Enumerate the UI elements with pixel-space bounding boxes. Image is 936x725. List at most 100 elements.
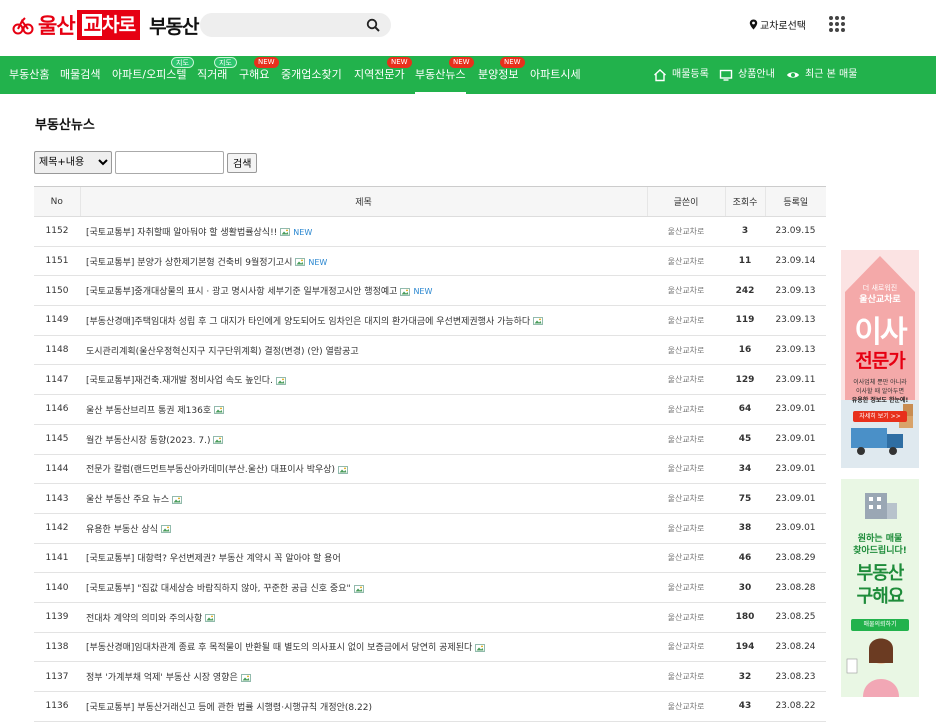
- product-info-link[interactable]: 상품안내: [719, 56, 775, 94]
- table-row[interactable]: 1143 울산 부동산 주요 뉴스 울산교차로 75 23.09.01: [34, 483, 826, 514]
- table-row[interactable]: 1142 유용한 부동산 상식 울산교차로 38 23.09.01: [34, 513, 826, 544]
- image-attached-icon: [475, 644, 486, 652]
- row-no: 1142: [34, 513, 80, 544]
- apps-grid-icon[interactable]: [829, 16, 845, 32]
- banner-desc2: 이사할 때 알아두면: [856, 388, 904, 395]
- new-badge: NEW: [500, 57, 525, 68]
- row-date: 23.09.01: [765, 513, 826, 544]
- news-title-link[interactable]: [국토교통부] 자취할때 알아둬야 할 생활법률상식!!: [86, 228, 277, 238]
- map-badge: 지도: [171, 57, 194, 68]
- search-filter: 제목+내용 검색: [34, 151, 258, 174]
- news-title-link[interactable]: [국토교통부] 분양가 상한제기본형 건축비 9월정기고시: [86, 258, 292, 268]
- nav-item-agency-search[interactable]: 중개업소찾기: [281, 56, 342, 94]
- row-date: 23.09.13: [765, 305, 826, 336]
- nav-item-home[interactable]: 부동산홈: [9, 56, 49, 94]
- register-listing-link[interactable]: 매물등록: [653, 56, 709, 94]
- logo-text-realestate: 부동산: [149, 15, 199, 38]
- row-title: 유용한 부동산 상식: [80, 513, 647, 544]
- table-row[interactable]: 1141 [국토교통부] 대항력? 우선변제권? 부동산 계약시 꼭 알아야 할 …: [34, 543, 826, 574]
- new-badge: NEW: [387, 57, 412, 68]
- row-title: 도시관리계획(울산우정혁신지구 지구단위계획) 결정(변경) (안) 열람공고: [80, 335, 647, 366]
- table-row[interactable]: 1139 전대차 계약의 의미와 주의사항 울산교차로 180 23.08.25: [34, 602, 826, 633]
- table-row[interactable]: 1138 [부동산경매]임대차관계 종료 후 목적물이 반환될 때 별도의 의사표…: [34, 632, 826, 663]
- table-row[interactable]: 1136 [국토교통부] 부동산거래신고 등에 관한 법률 시행령·시행규칙 개정…: [34, 691, 826, 722]
- nav-item-apt-price[interactable]: 아파트시세: [530, 56, 581, 94]
- news-title-link[interactable]: 유용한 부동산 상식: [86, 525, 158, 535]
- news-title-link[interactable]: 울산 부동산브리프 통권 제136호: [86, 406, 211, 416]
- new-tag: NEW: [308, 257, 328, 267]
- header-date: 등록일: [764, 186, 826, 217]
- table-row[interactable]: 1145 월간 부동산시장 동향(2023. 7.) 울산교차로 45 23.09.01: [34, 424, 826, 455]
- table-row[interactable]: 1148 도시관리계획(울산우정혁신지구 지구단위계획) 결정(변경) (안) 열…: [34, 335, 826, 366]
- row-views: 242: [725, 275, 765, 307]
- banner-more-button[interactable]: 자세히 보기 >>: [853, 411, 907, 422]
- row-date: 23.09.11: [765, 364, 826, 396]
- search-input[interactable]: [210, 15, 360, 35]
- new-tag: NEW: [293, 227, 313, 237]
- news-title-link[interactable]: 도시관리계획(울산우정혁신지구 지구단위계획) 결정(변경) (안) 열람공고: [86, 347, 359, 357]
- image-attached-icon: [214, 406, 225, 415]
- table-row[interactable]: 1140 [국토교통부] "집값 대세상승 바람직하지 않아, 꾸준한 공급 신호…: [34, 572, 826, 603]
- news-title-link[interactable]: 전문가 칼럼(랜드먼트부동산아카데미(부산.울산) 대표이사 박우상): [86, 465, 335, 475]
- main-nav: 부동산홈 매물검색 아파트/오피스텔 지도 직거래 지도 구해요 NEW 중개업…: [0, 56, 936, 94]
- table-row[interactable]: 1149 [부동산경매]주택임대차 성립 후 그 대지가 타인에게 양도되어도 임…: [34, 305, 826, 336]
- table-row[interactable]: 1137 정부 '가계부채 억제' 부동산 시장 영향은 울산교차로 32 23.08.…: [34, 661, 826, 692]
- news-title-link[interactable]: [국토교통부]중개대상물의 표시 · 광고 명시사항 세부기준 일부개정고시안 …: [86, 287, 397, 297]
- row-author: 울산교차로: [647, 394, 725, 425]
- row-views: 119: [725, 305, 765, 336]
- product-info-label: 상품안내: [738, 69, 775, 80]
- wanted-listing-banner[interactable]: 원하는 매물 찾아드립니다! 부동산 구해요 매물의뢰하기: [841, 479, 919, 697]
- row-date: 23.09.14: [765, 246, 826, 277]
- search-button[interactable]: 검색: [227, 152, 258, 173]
- news-title-link[interactable]: 월간 부동산시장 동향(2023. 7.): [86, 436, 210, 446]
- search-field-select[interactable]: 제목+내용: [34, 151, 112, 174]
- news-title-link[interactable]: [국토교통부] "집값 대세상승 바람직하지 않아, 꾸준한 공급 신호 중요": [86, 584, 351, 594]
- logo-box-char1: 교: [81, 14, 103, 36]
- banner-desc2: 찾아드립니다!: [853, 546, 907, 556]
- new-badge: NEW: [254, 57, 279, 68]
- new-tag: NEW: [413, 287, 433, 297]
- banner-request-button[interactable]: 매물의뢰하기: [851, 619, 909, 631]
- moving-expert-banner[interactable]: 더 새로워진 울산교차로 이사 전문가 이사업체 뿐만 아니라 이사할 때 알아…: [841, 250, 919, 468]
- row-no: 1145: [34, 424, 80, 455]
- banner-big2: 전문가: [855, 350, 905, 372]
- table-row[interactable]: 1146 울산 부동산브리프 통권 제136호 울산교차로 64 23.09.01: [34, 394, 826, 425]
- location-select[interactable]: 교차로선택: [749, 17, 806, 32]
- table-row[interactable]: 1144 전문가 칼럼(랜드먼트부동산아카데미(부산.울산) 대표이사 박우상) 울…: [34, 454, 826, 485]
- news-title-link[interactable]: 정부 '가계부채 억제' 부동산 시장 영향은: [86, 673, 238, 683]
- table-row[interactable]: 1147 [국토교통부]재건축.재개발 정비사업 속도 높인다. 울산교차로 129 2…: [34, 364, 826, 396]
- nav-label: 분양정보: [478, 68, 519, 81]
- row-views: 75: [725, 483, 765, 514]
- image-attached-icon: [353, 584, 364, 593]
- row-views: 194: [725, 632, 765, 663]
- map-pin-icon: [749, 19, 758, 30]
- row-title: [국토교통부] 부동산거래신고 등에 관한 법률 시행령·시행규칙 개정안(8.…: [80, 691, 647, 722]
- table-row[interactable]: 1151 [국토교통부] 분양가 상한제기본형 건축비 9월정기고시 NEW 울산교차…: [34, 246, 826, 277]
- register-listing-label: 매물등록: [672, 69, 709, 80]
- row-views: 38: [725, 513, 765, 544]
- news-title-link[interactable]: 전대차 계약의 의미와 주의사항: [86, 614, 202, 624]
- new-badge: NEW: [449, 57, 474, 68]
- news-title-link[interactable]: 울산 부동산 주요 뉴스: [86, 495, 169, 505]
- row-no: 1143: [34, 483, 80, 514]
- row-author: 울산교차로: [647, 572, 725, 603]
- news-title-link[interactable]: [국토교통부] 대항력? 우선변제권? 부동산 계약시 꼭 알아야 할 용어: [86, 554, 341, 564]
- news-title-link[interactable]: [부동산경매]임대차관계 종료 후 목적물이 반환될 때 별도의 의사표시 없이…: [86, 643, 472, 653]
- news-title-link[interactable]: [부동산경매]주택임대차 성립 후 그 대지가 타인에게 양도되어도 임차인은 …: [86, 317, 530, 327]
- table-row[interactable]: 1152 [국토교통부] 자취할때 알아둬야 할 생활법률상식!! NEW 울산교차로…: [34, 216, 826, 247]
- row-views: 64: [725, 394, 765, 425]
- recently-viewed-link[interactable]: 최근 본 매물: [786, 56, 857, 94]
- row-no: 1140: [34, 572, 80, 603]
- news-title-link[interactable]: [국토교통부] 부동산거래신고 등에 관한 법률 시행령·시행규칙 개정안(8.…: [86, 703, 372, 713]
- news-title-link[interactable]: [국토교통부]재건축.재개발 정비사업 속도 높인다.: [86, 376, 273, 386]
- row-no: 1136: [34, 691, 80, 722]
- site-logo[interactable]: 울산 교 차로 부동산: [12, 8, 200, 42]
- row-title: 월간 부동산시장 동향(2023. 7.): [80, 424, 647, 455]
- row-no: 1149: [34, 305, 80, 336]
- row-views: 30: [725, 572, 765, 603]
- table-row[interactable]: 1150 [국토교통부]중개대상물의 표시 · 광고 명시사항 세부기준 일부개정…: [34, 275, 826, 307]
- search-icon[interactable]: [366, 18, 380, 32]
- banner-desc3: 유용한 정보도 한눈에!: [851, 397, 909, 404]
- nav-item-listing-search[interactable]: 매물검색: [60, 56, 100, 94]
- keyword-input[interactable]: [115, 151, 224, 174]
